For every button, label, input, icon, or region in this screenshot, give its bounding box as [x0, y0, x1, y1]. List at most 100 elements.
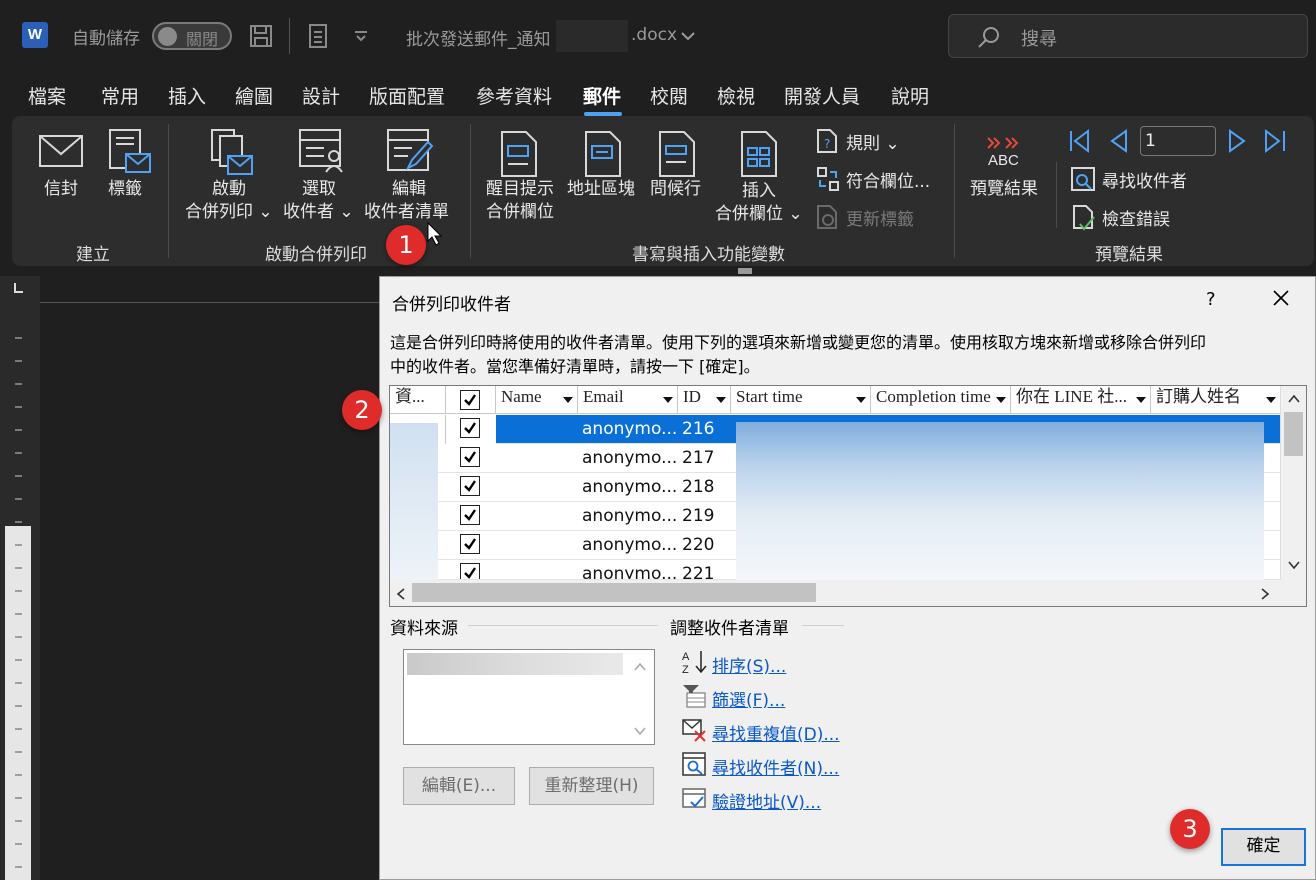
dropdown-arrow-icon[interactable] [1266, 397, 1276, 403]
dropdown-arrow-icon[interactable] [563, 397, 573, 403]
tab-selector[interactable] [0, 276, 40, 300]
edit-button[interactable]: 編輯(E)... [403, 767, 515, 805]
row-checkbox[interactable] [460, 447, 480, 467]
insert-merge-field-label[interactable]: 插入 [742, 180, 776, 203]
column-header-select-all[interactable] [446, 386, 496, 414]
tab-help[interactable]: 說明 [891, 82, 929, 109]
address-block-button[interactable]: 地址區塊 [567, 178, 635, 201]
greeting-line-button[interactable]: 問候行 [650, 178, 701, 201]
horizontal-scroll-thumb[interactable] [412, 583, 816, 602]
column-header-source[interactable]: 資... [390, 386, 446, 414]
tab-home[interactable]: 常用 [101, 82, 139, 109]
tab-draw[interactable]: 繪圖 [235, 82, 273, 109]
save-icon[interactable] [249, 24, 273, 48]
column-header-email[interactable]: Email [578, 386, 678, 414]
dropdown-arrow-icon[interactable] [996, 397, 1006, 403]
select-all-checkbox[interactable] [460, 390, 480, 410]
column-header-buyer-name[interactable]: 訂購人姓名 [1151, 386, 1281, 414]
document-title[interactable]: 批次發送郵件_通知 [406, 25, 551, 50]
dropdown-arrow-icon[interactable] [1136, 397, 1146, 403]
column-header-buyer-name-label: 訂購人姓名 [1156, 387, 1241, 406]
scroll-up-icon[interactable] [634, 662, 646, 672]
tab-review[interactable]: 校閱 [650, 82, 688, 109]
ok-button[interactable]: 確定 [1221, 828, 1306, 866]
insert-merge-field-button[interactable]: 合併欄位 ⌄ [715, 203, 803, 226]
dropdown-arrow-icon[interactable] [716, 397, 726, 403]
search-box[interactable]: 搜尋 [948, 14, 1308, 58]
select-recipients-button[interactable]: 收件者 ⌄ [283, 201, 354, 224]
previous-record-icon[interactable] [1108, 128, 1130, 154]
match-fields-icon [817, 167, 839, 191]
row-checkbox[interactable] [460, 476, 480, 496]
row-checkbox[interactable] [460, 418, 480, 438]
email-cell: anonymo... [582, 448, 678, 468]
labels-button[interactable]: 標籤 [108, 178, 142, 201]
check-errors-button[interactable]: 檢查錯誤 [1102, 205, 1170, 230]
update-labels-button[interactable]: 更新標籤 [846, 205, 914, 230]
refresh-button[interactable]: 重新整理(H) [529, 767, 654, 805]
close-icon[interactable] [1268, 285, 1294, 311]
step-badge: 1 [386, 225, 426, 265]
scroll-left-icon[interactable] [396, 588, 406, 600]
highlight-merge-fields-button[interactable]: 合併欄位 [486, 201, 554, 224]
tab-file[interactable]: 檔案 [28, 82, 66, 109]
step-badge: 2 [342, 390, 382, 430]
row-checkbox[interactable] [460, 505, 480, 525]
autosave-toggle[interactable]: 關閉 [152, 22, 232, 50]
dropdown-arrow-icon[interactable] [856, 397, 866, 403]
find-recipient-link[interactable]: 尋找收件者(N)... [712, 754, 839, 779]
column-header-line-community[interactable]: 你在 LINE 社... [1011, 386, 1151, 414]
preview-results-button[interactable]: 預覽結果 [970, 178, 1038, 201]
labels-icon [109, 129, 151, 173]
row-checkbox[interactable] [460, 563, 480, 579]
validate-addresses-link[interactable]: 驗證地址(V)... [712, 788, 821, 813]
tab-design[interactable]: 設計 [302, 82, 340, 109]
autosave-state: 關閉 [186, 30, 219, 49]
select-recipients-label[interactable]: 選取 [302, 178, 336, 201]
tab-mailings[interactable]: 郵件 [583, 82, 621, 109]
data-source-title: 資料來源 [390, 619, 458, 639]
match-fields-button[interactable]: 符合欄位... [846, 167, 930, 192]
recipients-table[interactable]: 資... Name Email ID Start time Completion… [389, 385, 1307, 607]
highlight-merge-fields-label[interactable]: 醒目提示 [486, 178, 554, 201]
tab-view[interactable]: 檢視 [717, 82, 755, 109]
chevron-down-icon[interactable] [680, 31, 696, 41]
column-header-id[interactable]: ID [678, 386, 731, 414]
start-mail-merge-label[interactable]: 啟動 [212, 178, 246, 201]
last-record-icon[interactable] [1262, 128, 1288, 154]
help-button[interactable]: ? [1206, 289, 1216, 310]
vertical-scrollbar[interactable] [1280, 386, 1306, 580]
scroll-down-icon[interactable] [1288, 560, 1300, 570]
column-header-start-time[interactable]: Start time [731, 386, 871, 414]
scroll-up-icon[interactable] [1288, 394, 1300, 404]
data-source-list[interactable] [403, 649, 655, 745]
update-labels-icon [817, 205, 837, 229]
dropdown-arrow-icon[interactable] [663, 397, 673, 403]
tab-insert[interactable]: 插入 [168, 82, 206, 109]
rules-button[interactable]: 規則 ⌄ [846, 129, 900, 154]
edit-recipient-list-label[interactable]: 編輯 [392, 178, 426, 201]
find-duplicates-link[interactable]: 尋找重複值(D)... [712, 720, 840, 745]
tab-layout[interactable]: 版面配置 [369, 82, 445, 109]
sort-link[interactable]: 排序(S)... [712, 652, 786, 677]
start-mail-merge-label-2: 合併列印 [185, 202, 253, 222]
tab-references[interactable]: 參考資料 [476, 82, 552, 109]
envelopes-button[interactable]: 信封 [44, 178, 78, 201]
find-recipient-button[interactable]: 尋找收件者 [1102, 167, 1187, 192]
select-recipients-icon [299, 129, 343, 173]
filter-link[interactable]: 篩選(F)... [712, 686, 785, 711]
scroll-right-icon[interactable] [1260, 588, 1270, 600]
vertical-scroll-thumb[interactable] [1284, 412, 1303, 456]
scroll-down-icon[interactable] [634, 726, 646, 736]
document-icon[interactable] [308, 24, 328, 48]
tab-developer[interactable]: 開發人員 [784, 82, 860, 109]
record-number-input[interactable]: 1 [1140, 126, 1216, 156]
next-record-icon[interactable] [1226, 128, 1248, 154]
first-record-icon[interactable] [1068, 128, 1092, 154]
customize-quick-access-icon[interactable] [354, 30, 368, 42]
horizontal-scrollbar[interactable] [390, 580, 1280, 606]
start-mail-merge-button[interactable]: 合併列印 ⌄ [185, 201, 273, 224]
row-checkbox[interactable] [460, 534, 480, 554]
column-header-completion-time[interactable]: Completion time [871, 386, 1011, 414]
column-header-name[interactable]: Name [496, 386, 578, 414]
